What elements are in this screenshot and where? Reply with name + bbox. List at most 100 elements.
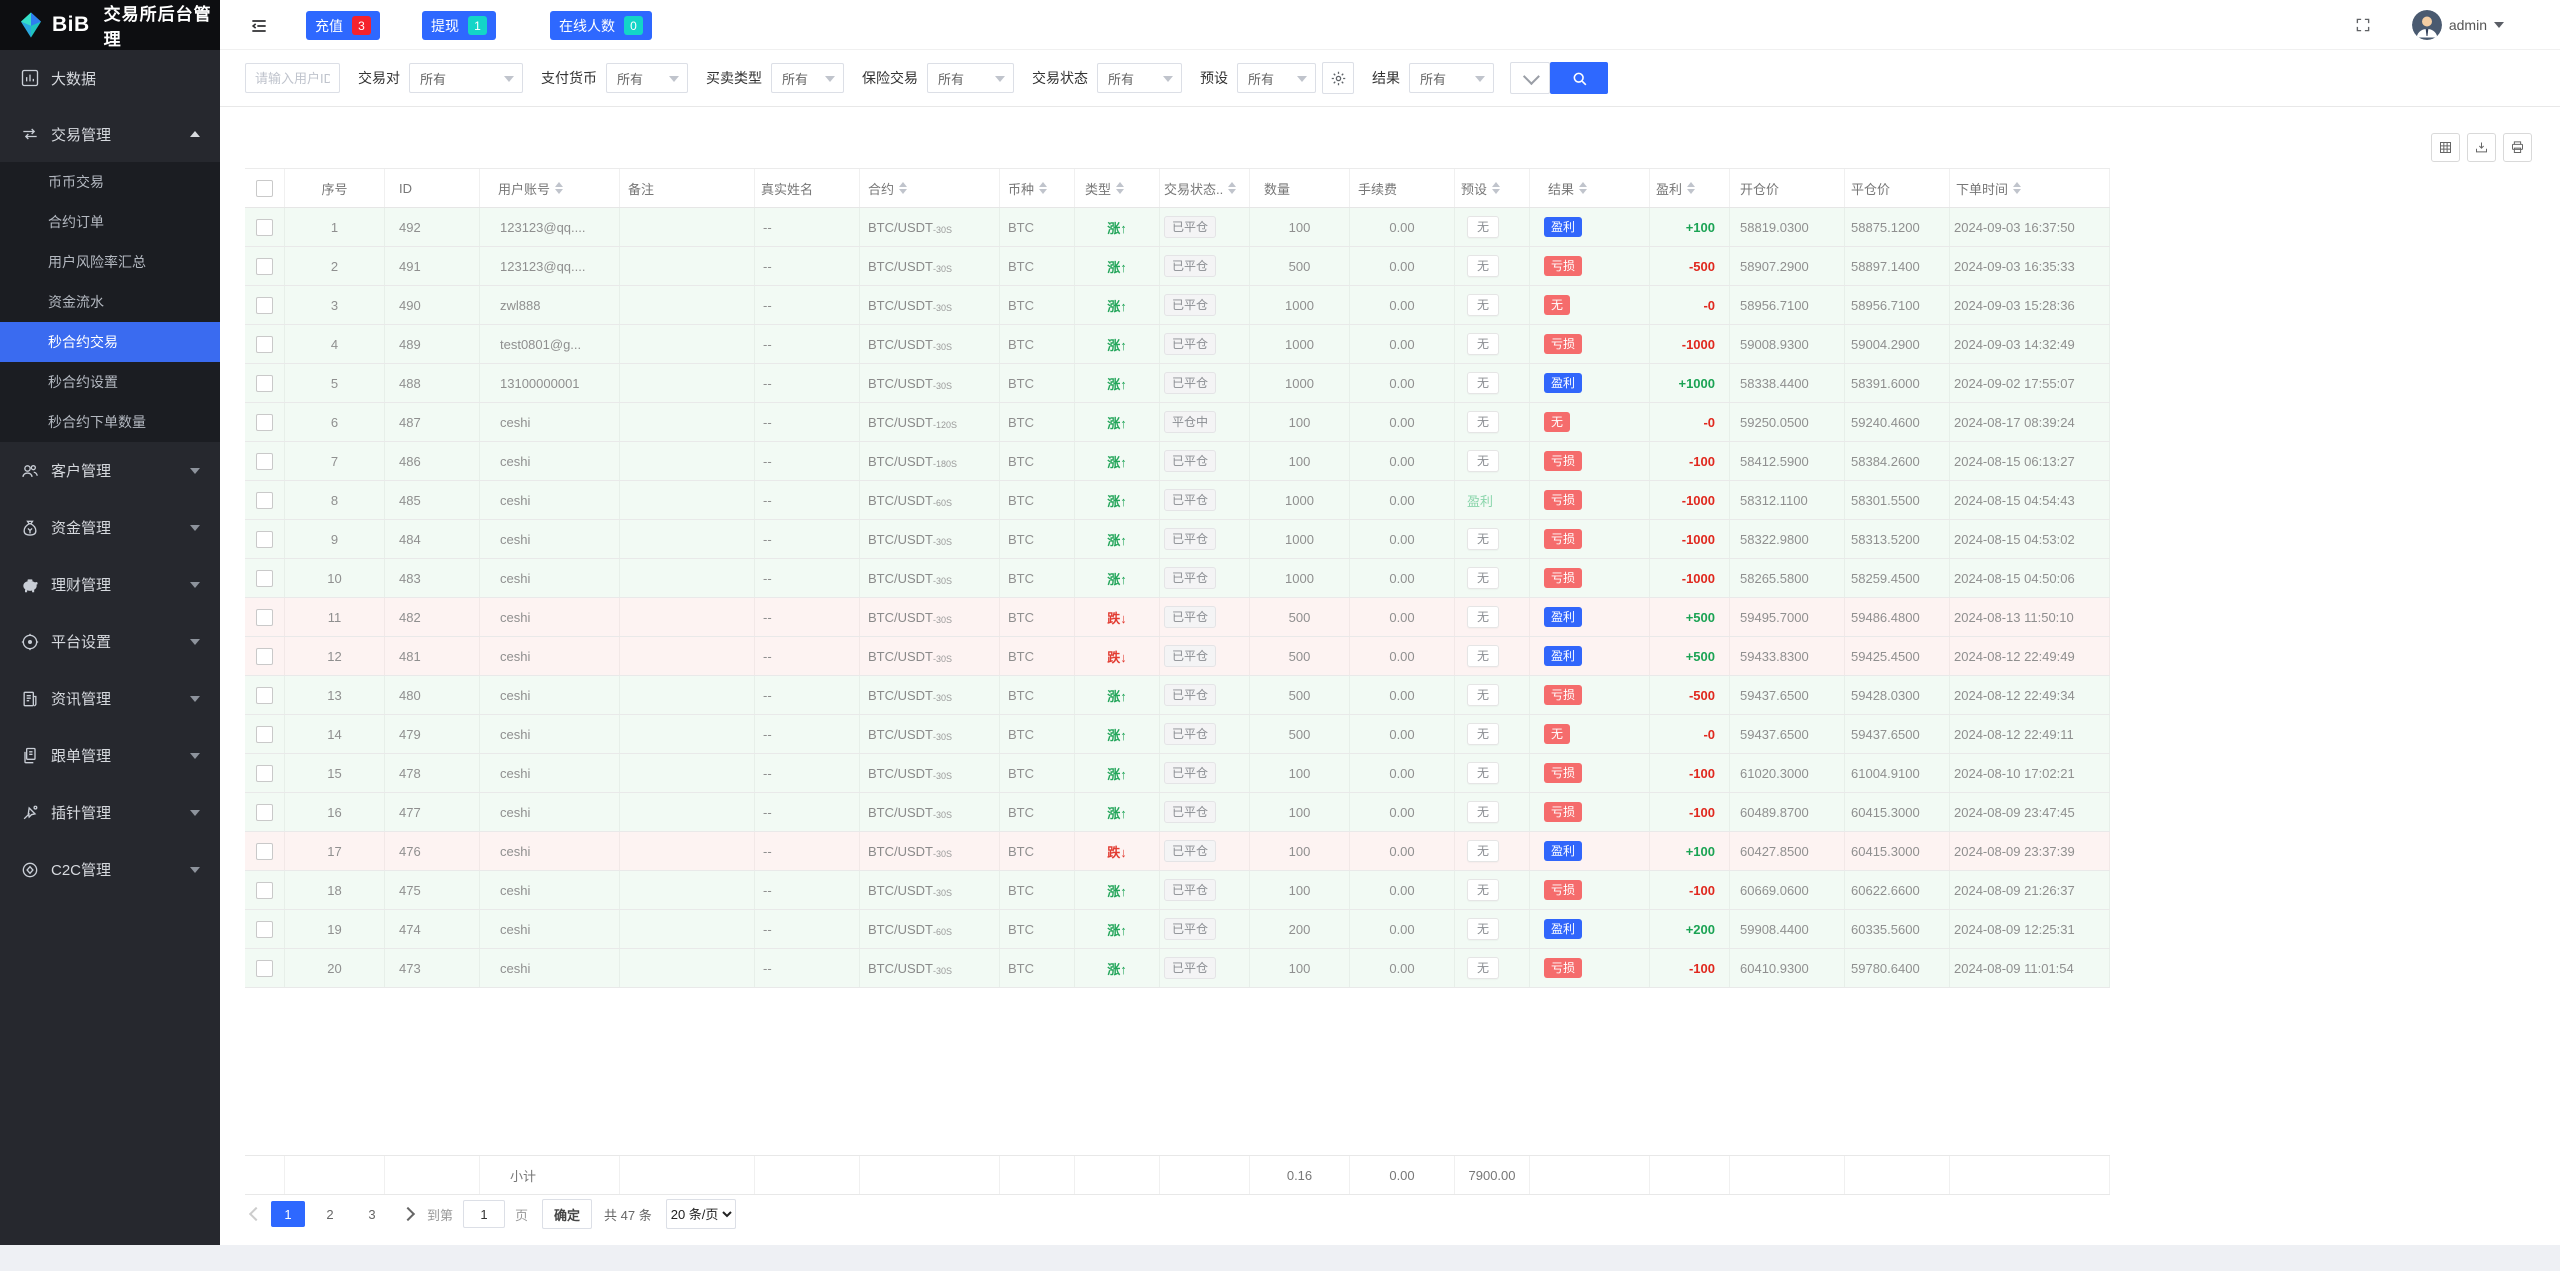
- sidebar-item-资讯管理[interactable]: 资讯管理: [0, 670, 220, 727]
- filter-select-交易对[interactable]: 所有: [409, 63, 523, 93]
- row-checkbox[interactable]: [256, 959, 273, 977]
- sort-icon[interactable]: [2013, 182, 2022, 194]
- sort-icon[interactable]: [1687, 182, 1696, 194]
- sidebar-collapse-icon[interactable]: [246, 13, 272, 39]
- page-button-3[interactable]: 3: [355, 1201, 389, 1227]
- export-button[interactable]: [2467, 133, 2496, 162]
- topbar-button-3[interactable]: 在线人数 0: [550, 11, 652, 40]
- column-header-contract[interactable]: 合约: [860, 169, 1000, 207]
- row-checkbox[interactable]: [256, 452, 273, 470]
- sort-icon[interactable]: [1228, 182, 1237, 194]
- sidebar-item-插针管理[interactable]: 插针管理: [0, 784, 220, 841]
- sidebar-item-大数据[interactable]: 大数据: [0, 50, 220, 106]
- sort-icon[interactable]: [1492, 182, 1501, 194]
- column-header-preset[interactable]: 预设: [1455, 169, 1530, 207]
- search-button[interactable]: [1550, 62, 1608, 94]
- sidebar-item-平台设置[interactable]: 平台设置: [0, 613, 220, 670]
- sidebar-item-客户管理[interactable]: 客户管理: [0, 442, 220, 499]
- sidebar-item-资金管理[interactable]: 资金管理: [0, 499, 220, 556]
- prev-page-button[interactable]: [245, 1200, 267, 1228]
- sort-icon[interactable]: [899, 182, 908, 194]
- preset-button[interactable]: 无: [1467, 216, 1500, 238]
- column-header-status[interactable]: 交易状态..: [1160, 169, 1250, 207]
- sidebar-subitem-资金流水[interactable]: 资金流水: [0, 282, 220, 322]
- sidebar-item-跟单管理[interactable]: 跟单管理: [0, 727, 220, 784]
- preset-button[interactable]: 无: [1467, 567, 1500, 589]
- row-checkbox[interactable]: [256, 920, 273, 938]
- column-header-type[interactable]: 类型: [1075, 169, 1160, 207]
- sidebar-item-交易管理[interactable]: 交易管理: [0, 106, 220, 162]
- jump-page-input[interactable]: [463, 1200, 506, 1228]
- preset-button[interactable]: 无: [1467, 957, 1500, 979]
- preset-button[interactable]: 无: [1467, 606, 1500, 628]
- sidebar-item-C2C管理[interactable]: C2C管理: [0, 841, 220, 898]
- preset-button[interactable]: 无: [1467, 645, 1500, 667]
- row-checkbox[interactable]: [256, 530, 273, 548]
- user-id-input[interactable]: [245, 63, 340, 93]
- page-size-select[interactable]: 20 条/页: [665, 1199, 736, 1229]
- filter-select-预设[interactable]: 所有: [1237, 63, 1316, 93]
- grid-button[interactable]: [2431, 133, 2460, 162]
- preset-button[interactable]: 无: [1467, 255, 1500, 277]
- sort-icon[interactable]: [555, 182, 564, 194]
- topbar-button-2[interactable]: 提现 1: [422, 11, 496, 40]
- sort-icon[interactable]: [1116, 182, 1125, 194]
- row-checkbox[interactable]: [256, 374, 273, 392]
- row-checkbox[interactable]: [256, 686, 273, 704]
- row-checkbox[interactable]: [256, 608, 273, 626]
- column-header-profit[interactable]: 盈利: [1650, 169, 1730, 207]
- confirm-button[interactable]: 确定: [542, 1199, 593, 1229]
- fullscreen-icon[interactable]: [2354, 16, 2372, 34]
- sort-icon[interactable]: [1579, 182, 1588, 194]
- topbar-button-1[interactable]: 充值 3: [306, 11, 380, 40]
- sidebar-subitem-秒合约设置[interactable]: 秒合约设置: [0, 362, 220, 402]
- filter-select-保险交易[interactable]: 所有: [927, 63, 1014, 93]
- sidebar-subitem-秒合约交易[interactable]: 秒合约交易: [0, 322, 220, 362]
- collapse-search-button[interactable]: [1510, 62, 1550, 94]
- filter-select-结果[interactable]: 所有: [1409, 63, 1494, 93]
- sidebar-item-理财管理[interactable]: 理财管理: [0, 556, 220, 613]
- row-checkbox[interactable]: [256, 218, 273, 236]
- row-checkbox[interactable]: [256, 296, 273, 314]
- preset-button[interactable]: 无: [1467, 684, 1500, 706]
- filter-select-买卖类型[interactable]: 所有: [771, 63, 844, 93]
- row-checkbox[interactable]: [256, 764, 273, 782]
- filter-select-支付货币[interactable]: 所有: [606, 63, 688, 93]
- preset-button[interactable]: 无: [1467, 918, 1500, 940]
- preset-button[interactable]: 无: [1467, 723, 1500, 745]
- preset-button[interactable]: 无: [1467, 450, 1500, 472]
- column-header-coin[interactable]: 币种: [1000, 169, 1075, 207]
- admin-username[interactable]: admin: [2449, 17, 2487, 33]
- row-checkbox[interactable]: [256, 881, 273, 899]
- preset-button[interactable]: 无: [1467, 411, 1500, 433]
- page-button-2[interactable]: 2: [313, 1201, 347, 1227]
- sidebar-subitem-用户风险率汇总[interactable]: 用户风险率汇总: [0, 242, 220, 282]
- row-checkbox[interactable]: [256, 335, 273, 353]
- column-header-result[interactable]: 结果: [1530, 169, 1650, 207]
- sidebar-subitem-秒合约下单数量[interactable]: 秒合约下单数量: [0, 402, 220, 442]
- preset-button[interactable]: 无: [1467, 879, 1500, 901]
- row-checkbox[interactable]: [256, 803, 273, 821]
- preset-button[interactable]: 无: [1467, 762, 1500, 784]
- row-checkbox[interactable]: [256, 569, 273, 587]
- row-checkbox[interactable]: [256, 491, 273, 509]
- print-button[interactable]: [2503, 133, 2532, 162]
- row-checkbox[interactable]: [256, 647, 273, 665]
- avatar[interactable]: [2411, 10, 2442, 40]
- column-header-time[interactable]: 下单时间: [1950, 169, 2110, 207]
- preset-button[interactable]: 无: [1467, 294, 1500, 316]
- preset-button[interactable]: 无: [1467, 333, 1500, 355]
- row-checkbox[interactable]: [256, 725, 273, 743]
- filter-select-交易状态[interactable]: 所有: [1097, 63, 1182, 93]
- row-checkbox[interactable]: [256, 842, 273, 860]
- preset-button[interactable]: 无: [1467, 372, 1500, 394]
- sort-icon[interactable]: [1039, 182, 1048, 194]
- preset-button[interactable]: 无: [1467, 528, 1500, 550]
- preset-button[interactable]: 无: [1467, 801, 1500, 823]
- page-button-1[interactable]: 1: [271, 1201, 305, 1227]
- column-header-account[interactable]: 用户账号: [480, 169, 620, 207]
- row-checkbox[interactable]: [256, 413, 273, 431]
- preset-button[interactable]: 无: [1467, 840, 1500, 862]
- sidebar-subitem-币币交易[interactable]: 币币交易: [0, 162, 220, 202]
- next-page-button[interactable]: [397, 1200, 419, 1228]
